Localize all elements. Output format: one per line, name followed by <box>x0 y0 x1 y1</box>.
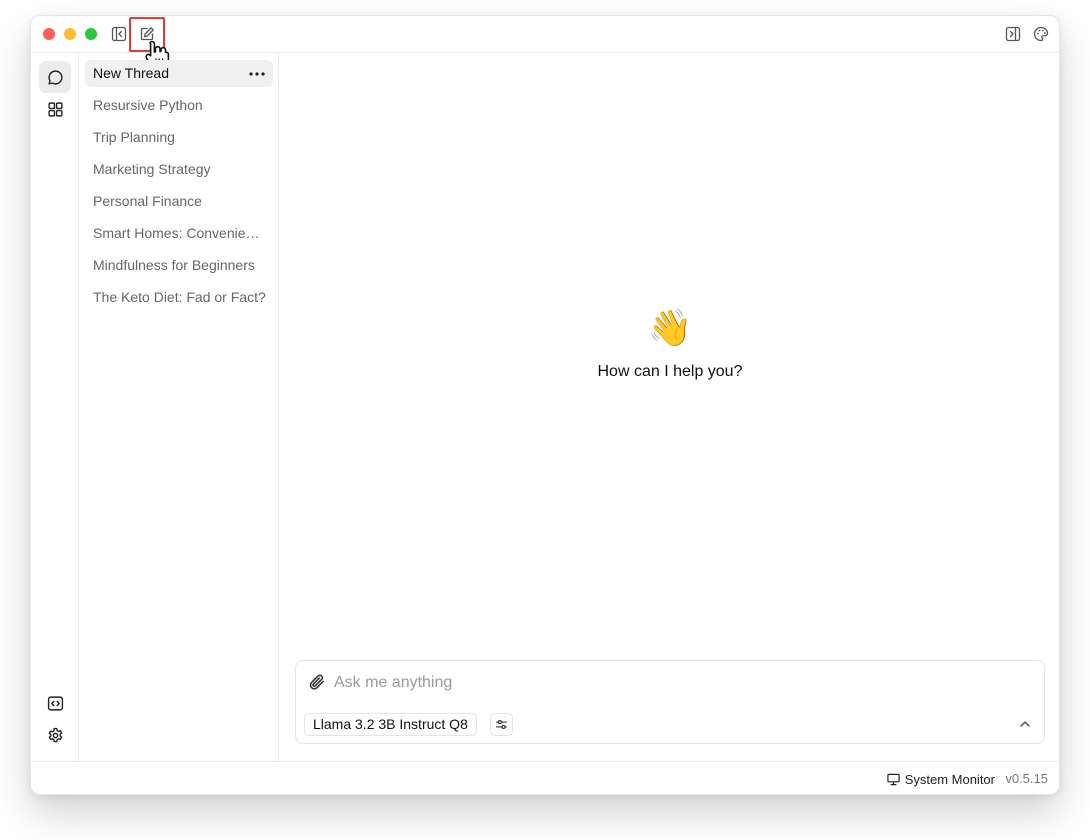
thread-label: Mindfulness for Beginners <box>93 257 255 273</box>
thread-item[interactable]: Resursive Python <box>85 92 273 119</box>
thread-item[interactable]: Trip Planning <box>85 124 273 151</box>
thread-label: Smart Homes: Convenience or Compromise? <box>93 225 273 241</box>
app-version: v0.5.15 <box>1005 771 1048 786</box>
settings-gear-icon <box>48 727 62 742</box>
chevron-up-icon <box>1020 721 1030 727</box>
thread-item[interactable]: Personal Finance <box>85 188 273 215</box>
status-bar: System Monitor v0.5.15 <box>31 761 1059 794</box>
theme-button[interactable] <box>1032 25 1050 43</box>
sidebar-toggle-button[interactable] <box>110 25 128 43</box>
thread-label: The Keto Diet: Fad or Fact? <box>93 289 266 305</box>
rail-hub-button[interactable] <box>39 93 71 125</box>
thread-label: Personal Finance <box>93 193 202 209</box>
message-input[interactable] <box>334 668 1024 698</box>
chat-icon <box>47 69 63 85</box>
system-monitor-label: System Monitor <box>904 771 995 787</box>
right-panel-icon <box>1005 26 1021 42</box>
welcome-message: How can I help you? <box>597 363 743 380</box>
palette-icon <box>1033 26 1049 42</box>
expand-composer-button[interactable] <box>1018 717 1032 731</box>
thread-item[interactable]: Smart Homes: Convenience or Compromise? <box>85 220 273 247</box>
thread-label: New Thread <box>93 65 170 81</box>
chat-composer: Llama 3.2 3B Instruct Q8 <box>295 660 1045 744</box>
title-bar <box>31 16 1059 70</box>
monitor-icon <box>887 773 900 785</box>
thread-item-new-thread[interactable]: New Thread <box>85 60 273 87</box>
thread-item[interactable]: The Keto Diet: Fad or Fact? <box>85 284 273 311</box>
thread-item[interactable]: Marketing Strategy <box>85 156 273 183</box>
attach-button[interactable] <box>308 673 326 691</box>
system-monitor-button[interactable]: System Monitor <box>887 770 995 788</box>
rail-settings-button[interactable] <box>39 719 71 751</box>
rail-developer-button[interactable] <box>39 687 71 719</box>
thread-label: Marketing Strategy <box>93 161 211 177</box>
thread-label: Trip Planning <box>93 129 175 145</box>
code-icon <box>47 695 63 711</box>
minimize-window-button[interactable] <box>64 28 76 40</box>
model-settings-button[interactable] <box>490 713 513 736</box>
paperclip-icon <box>309 674 324 690</box>
left-rail <box>31 53 79 761</box>
sliders-icon <box>496 720 507 729</box>
thread-list: New Thread Resursive Python Trip Plannin… <box>79 53 279 761</box>
chat-main: 👋 How can I help you? Llama 3.2 3B Instr… <box>279 53 1059 761</box>
waving-hand-emoji: 👋 <box>647 307 693 348</box>
close-window-button[interactable] <box>43 28 55 40</box>
sidebar-toggle-icon <box>111 26 127 42</box>
model-selector[interactable]: Llama 3.2 3B Instruct Q8 <box>304 713 477 736</box>
zoom-window-button[interactable] <box>85 28 97 40</box>
right-panel-toggle-button[interactable] <box>1004 25 1022 43</box>
thread-item[interactable]: Mindfulness for Beginners <box>85 252 273 279</box>
rail-chat-button[interactable] <box>39 61 71 93</box>
more-dots-icon <box>249 71 265 76</box>
app-window: New Thread Resursive Python Trip Plannin… <box>30 15 1060 795</box>
hub-grid-icon <box>47 101 63 117</box>
thread-label: Resursive Python <box>93 97 203 113</box>
thread-options-button[interactable] <box>247 60 267 87</box>
